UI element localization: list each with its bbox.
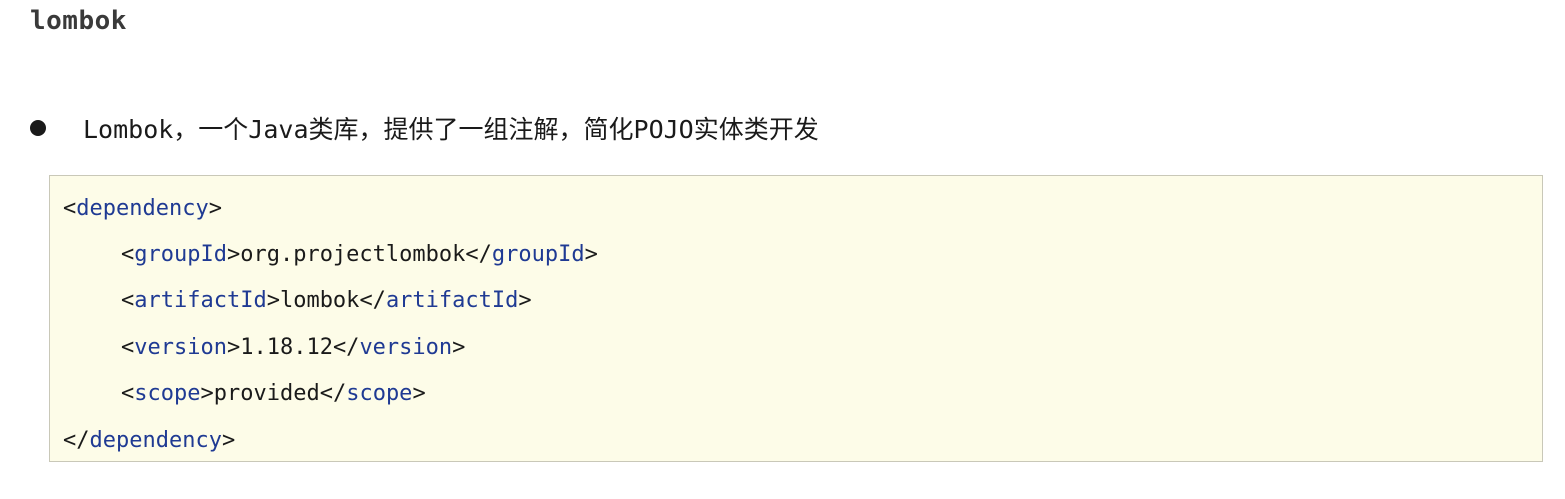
xml-tag-name: dependency xyxy=(89,428,222,453)
xml-tag-name: scope xyxy=(134,381,201,406)
xml-tag-name: artifactId xyxy=(385,288,519,313)
section-heading: lombok xyxy=(30,6,127,36)
xml-tag-name: groupId xyxy=(491,242,585,267)
xml-value: org.projectlombok xyxy=(240,242,466,267)
xml-value: 1.18.12 xyxy=(240,335,333,360)
code-line-dependency-open: <dependency> xyxy=(63,196,222,221)
xml-tag-name: groupId xyxy=(134,242,227,267)
bullet-text: Lombok，一个Java类库，提供了一组注解，简化POJO实体类开发 xyxy=(83,115,819,144)
bullet-dot-icon xyxy=(30,120,46,136)
xml-tag-name: version xyxy=(134,335,227,360)
code-line-scope: <scope>provided</scope> xyxy=(121,381,426,406)
xml-value: lombok xyxy=(279,288,360,313)
code-line-artifactid: <artifactId>lombok</artifactId> xyxy=(121,288,532,313)
code-block: <dependency> <groupId>org.projectlombok<… xyxy=(49,175,1543,462)
bullet-item: Lombok，一个Java类库，提供了一组注解，简化POJO实体类开发 xyxy=(30,108,819,148)
xml-tag-name: artifactId xyxy=(134,288,267,313)
code-line-dependency-close: </dependency> xyxy=(63,428,236,453)
code-line-groupid: <groupId>org.projectlombok</groupId> xyxy=(121,242,598,267)
code-line-version: <version>1.18.12</version> xyxy=(121,335,466,360)
xml-tag-name: version xyxy=(359,335,453,360)
xml-tag-name: dependency xyxy=(76,196,209,221)
xml-tag-name: scope xyxy=(346,381,413,406)
xml-value: provided xyxy=(213,381,320,406)
